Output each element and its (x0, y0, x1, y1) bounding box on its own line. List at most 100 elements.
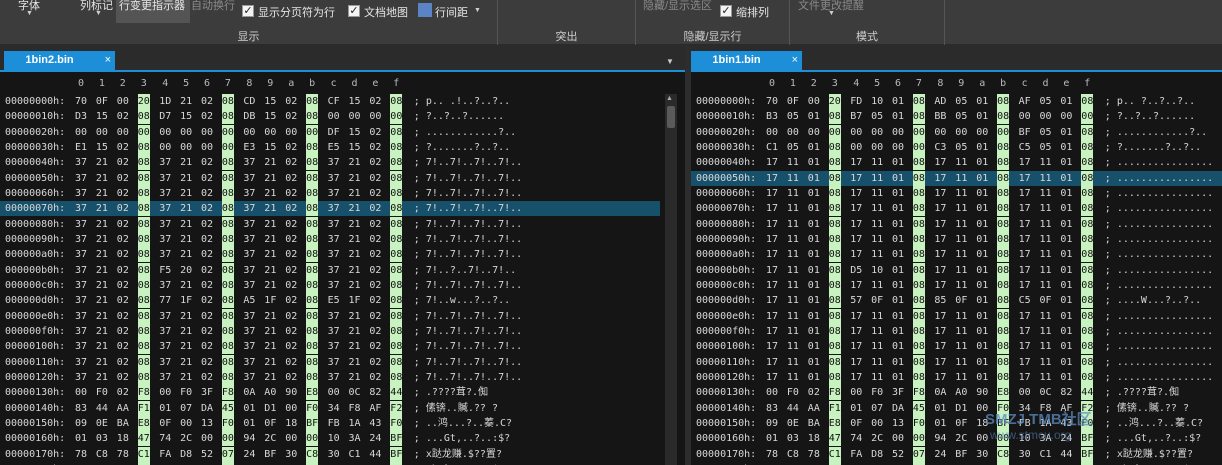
hex-byte[interactable]: 08 (912, 201, 925, 217)
hex-byte[interactable]: 02 (285, 263, 297, 278)
hex-byte[interactable]: BA (808, 416, 820, 431)
hex-byte[interactable]: 08 (221, 339, 234, 355)
hex-byte[interactable]: 01 (976, 94, 988, 109)
hex-byte[interactable]: 08 (390, 262, 403, 278)
hex-byte[interactable]: 00 (766, 385, 778, 400)
hex-byte[interactable]: 00 (328, 385, 340, 400)
hex-byte[interactable]: 01 (976, 155, 988, 170)
hex-byte[interactable]: 0F (955, 416, 967, 431)
hex-byte[interactable]: F8 (912, 385, 925, 401)
hex-byte[interactable]: 08 (137, 247, 150, 263)
hex-byte[interactable]: 11 (871, 370, 883, 385)
hex-byte[interactable]: 08 (390, 308, 403, 324)
hex-byte[interactable]: DA (892, 401, 904, 416)
hex-byte[interactable]: 00 (159, 140, 171, 155)
hex-byte[interactable]: 21 (349, 339, 361, 354)
hex-byte[interactable]: 90 (976, 385, 988, 400)
hex-byte[interactable]: 01 (892, 293, 904, 308)
hex-byte[interactable]: BF (1081, 431, 1094, 447)
hex-byte[interactable]: 21 (264, 201, 276, 216)
hex-byte[interactable]: 02 (117, 217, 129, 232)
hex-byte[interactable]: 00 (850, 140, 862, 155)
hex-byte[interactable]: 2C (180, 431, 192, 446)
hex-byte[interactable]: 02 (201, 94, 213, 109)
hex-byte[interactable]: 37 (75, 263, 87, 278)
hex-byte[interactable]: 01 (934, 416, 946, 431)
hex-byte[interactable]: 08 (137, 216, 150, 232)
hex-byte[interactable]: 02 (369, 324, 381, 339)
hex-row[interactable]: 00000020h: 00 00 00 00 00 00 00 00 00 00 00 00 BF 05 01… (696, 124, 1222, 140)
hex-byte[interactable]: C1 (137, 446, 150, 462)
hex-byte[interactable]: 24 (934, 447, 946, 462)
hex-byte[interactable]: 08 (306, 262, 319, 278)
hex-byte[interactable]: 02 (201, 263, 213, 278)
hex-byte[interactable]: 07 (180, 401, 192, 416)
hex-byte[interactable]: 11 (955, 324, 967, 339)
hex-byte[interactable]: F1 (828, 400, 841, 416)
hex-byte[interactable]: 94 (243, 431, 255, 446)
hex-byte[interactable]: 01 (892, 263, 904, 278)
hex-byte[interactable]: 21 (180, 217, 192, 232)
hex-byte[interactable]: 11 (871, 247, 883, 262)
hex-byte[interactable]: 17 (766, 324, 778, 339)
hex-byte[interactable]: 00 (201, 431, 213, 446)
hex-byte[interactable]: 21 (180, 201, 192, 216)
hex-byte[interactable]: D8 (180, 447, 192, 462)
hex-byte[interactable]: 17 (934, 309, 946, 324)
hex-byte[interactable]: 08 (912, 369, 925, 385)
hex-byte[interactable]: 82 (369, 385, 381, 400)
hex-byte[interactable]: 08 (306, 94, 319, 109)
hex-byte[interactable]: 01 (808, 217, 820, 232)
hex-byte[interactable]: 02 (201, 171, 213, 186)
hex-byte[interactable]: 01 (1060, 155, 1072, 170)
hex-byte[interactable]: 30 (285, 447, 297, 462)
hex-byte[interactable]: 01 (892, 201, 904, 216)
hex-byte[interactable]: 11 (787, 201, 799, 216)
hex-byte[interactable]: 08 (1081, 293, 1094, 309)
hex-byte[interactable]: 01 (808, 370, 820, 385)
hex-row[interactable]: 00000170h: 78 C8 78 C1 FA D8 52 07 24 BF 30 C8 30 C1 44… (5, 446, 685, 462)
hex-byte[interactable]: 08 (997, 277, 1010, 293)
hex-byte[interactable]: 21 (96, 263, 108, 278)
hex-byte[interactable]: F5 (159, 263, 171, 278)
hex-byte[interactable]: 08 (221, 369, 234, 385)
hex-byte[interactable]: 21 (349, 155, 361, 170)
hex-byte[interactable]: 74 (850, 431, 862, 446)
hex-byte[interactable]: 11 (955, 355, 967, 370)
hex-byte[interactable]: 02 (201, 186, 213, 201)
hex-byte[interactable]: 17 (1019, 355, 1031, 370)
hex-byte[interactable]: 37 (328, 370, 340, 385)
hex-byte[interactable]: 08 (221, 293, 234, 309)
vertical-scrollbar[interactable]: ▲ (665, 94, 677, 465)
hex-byte[interactable]: 17 (1019, 278, 1031, 293)
hex-byte[interactable]: B7 (850, 109, 862, 124)
hex-byte[interactable]: 11 (1040, 217, 1052, 232)
hex-byte[interactable]: 37 (75, 339, 87, 354)
hex-byte[interactable]: 07 (912, 446, 925, 462)
hex-byte[interactable]: 21 (96, 217, 108, 232)
hex-byte[interactable]: 21 (264, 278, 276, 293)
hex-byte[interactable]: 08 (828, 170, 841, 186)
hex-byte[interactable]: 0C (1040, 385, 1052, 400)
hex-row[interactable]: 00000050h: 17 11 01 08 17 11 01 08 17 11 01 08 17 11 01… (691, 170, 1222, 186)
hex-byte[interactable]: 00 (117, 125, 129, 140)
tab-list-dropdown-icon[interactable]: ▼ (666, 57, 674, 66)
hex-byte[interactable]: 37 (243, 217, 255, 232)
hex-byte[interactable]: 37 (159, 232, 171, 247)
hex-byte[interactable]: 0F (1040, 293, 1052, 308)
hex-byte[interactable]: 11 (787, 247, 799, 262)
hex-byte[interactable]: 08 (390, 323, 403, 339)
hex-byte[interactable]: 0F (96, 94, 108, 109)
hex-byte[interactable]: 08 (137, 155, 150, 171)
hex-byte[interactable]: 0F (955, 293, 967, 308)
hex-byte[interactable]: 37 (243, 370, 255, 385)
hex-byte[interactable]: 08 (1081, 277, 1094, 293)
hex-byte[interactable]: 21 (180, 355, 192, 370)
hex-byte[interactable]: B3 (766, 109, 778, 124)
hex-byte[interactable]: 08 (912, 94, 925, 109)
hex-byte[interactable]: 00 (850, 125, 862, 140)
hex-byte[interactable]: 01 (976, 247, 988, 262)
hex-byte[interactable]: 20 (137, 94, 150, 109)
hex-byte[interactable]: 07 (221, 446, 234, 462)
hex-byte[interactable]: 17 (934, 186, 946, 201)
